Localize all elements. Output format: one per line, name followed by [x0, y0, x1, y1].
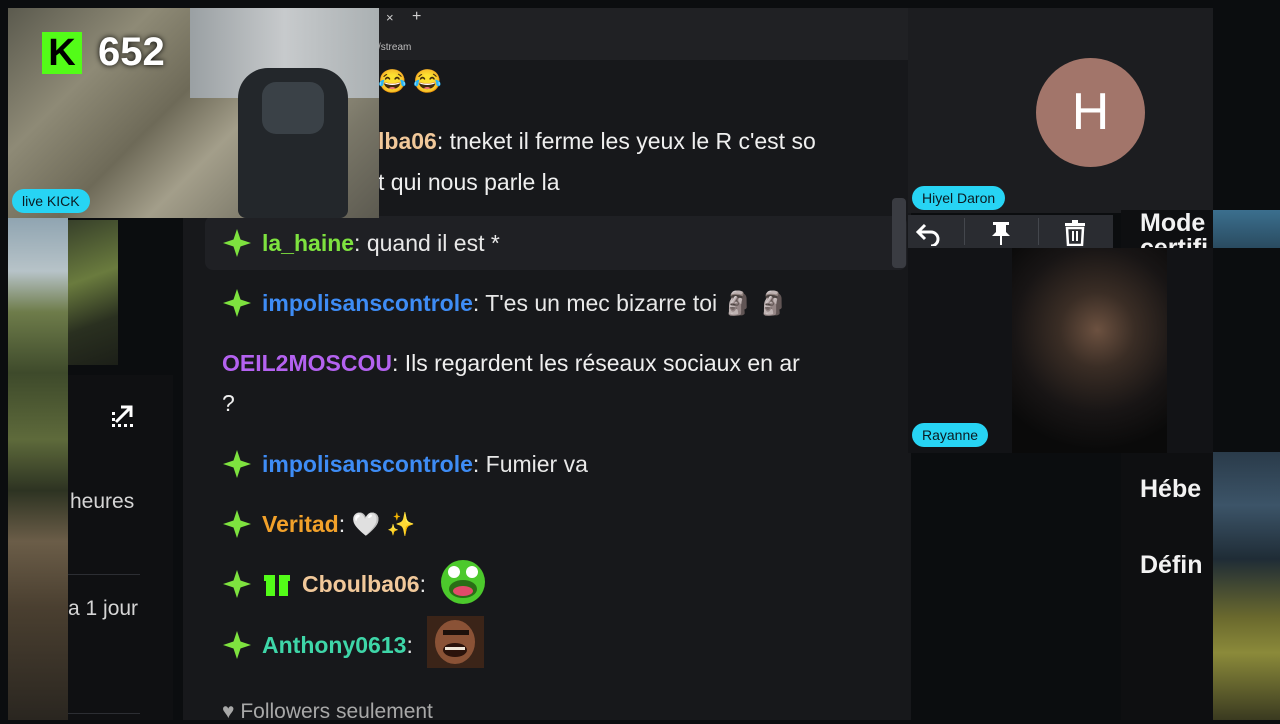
chat-text: : Fumier va — [472, 450, 588, 477]
sparkle-badge-icon — [222, 630, 252, 660]
trash-icon[interactable] — [1045, 215, 1105, 248]
chat-username[interactable]: la_haine — [262, 230, 354, 257]
chat-username[interactable]: impolisanscontrole — [262, 451, 473, 478]
chat-message: Veritad: 🤍 ✨ — [222, 502, 415, 546]
chat-text: : — [406, 631, 413, 658]
chat-username[interactable]: Cboulba06 — [302, 571, 420, 598]
sparkle-badge-icon — [222, 449, 252, 479]
chat-message: OEIL2MOSCOU: Ils regardent les réseaux s… — [222, 350, 800, 377]
chat-message-continuation: t qui nous parle la — [378, 169, 560, 195]
background-landscape-right-top — [1213, 210, 1280, 248]
new-tab-button[interactable]: + — [412, 8, 428, 28]
tab-close-button[interactable]: × — [386, 10, 402, 28]
chat-text: : tneket il ferme les yeux le R c'est so — [436, 128, 816, 154]
toolbar-divider — [1038, 218, 1039, 245]
participant-name-host: Hiyel Daron — [912, 186, 1006, 210]
right-panel-define: Défin — [1140, 551, 1203, 579]
laughing-frog-emote — [438, 557, 488, 611]
chat-username[interactable]: Anthony0613 — [262, 632, 406, 659]
pin-icon[interactable] — [971, 215, 1031, 248]
chat-username[interactable]: impolisanscontrole — [262, 290, 473, 317]
sparkle-badge-icon — [222, 509, 252, 539]
chat-text: : quand il est * — [354, 229, 500, 256]
side-text-hours: heures — [70, 490, 135, 513]
chat-message-emotes: 😂 😂 — [378, 68, 442, 94]
participant-name-guest: Rayanne — [912, 423, 989, 447]
chat-message: impolisanscontrole: T'es un mec bizarre … — [222, 281, 787, 325]
chat-message: Anthony0613: — [222, 616, 484, 668]
chat-message: la_haine: quand il est * — [222, 221, 500, 265]
chat-username[interactable]: OEIL2MOSCOU — [222, 350, 392, 376]
kick-logo-icon: K — [42, 32, 82, 74]
chat-message: impolisanscontrole: Fumier va — [222, 442, 588, 486]
right-panel-hosting: Hébe — [1140, 475, 1202, 503]
chat-username[interactable]: lba06 — [378, 128, 437, 154]
laughing-man-emote — [426, 616, 484, 674]
chat-text: : Ils regardent les réseaux sociaux en a… — [391, 350, 800, 376]
background-landscape-right — [1213, 452, 1280, 720]
toolbar-divider — [964, 218, 965, 245]
background-landscape-left-inner — [68, 220, 118, 365]
chat-text: : 🤍 ✨ — [338, 510, 416, 537]
background-landscape-left — [8, 210, 68, 720]
divider — [68, 574, 140, 575]
chat-message: Cboulba06: — [222, 560, 488, 606]
chat-message: lba06: tneket il ferme les yeux le R c'e… — [378, 128, 816, 155]
chat-text: : T'es un mec bizarre toi 🗿 🗿 — [472, 289, 788, 316]
chat-message-continuation: ? — [222, 390, 235, 416]
divider — [68, 713, 140, 714]
sparkle-badge-icon — [222, 569, 252, 599]
chat-text: : — [419, 570, 426, 597]
expand-icon[interactable] — [108, 398, 140, 430]
chat-mode-footer: ♥ Followers seulement — [222, 700, 433, 724]
viewer-count: 652 — [98, 30, 165, 74]
gift-badge-icon — [262, 569, 292, 599]
guest-webcam — [1012, 248, 1167, 453]
sparkle-badge-icon — [222, 228, 252, 258]
chat-username[interactable]: Veritad — [262, 511, 339, 538]
url-bar[interactable]: /stream — [378, 42, 411, 53]
live-kick-label: live KICK — [12, 189, 90, 213]
avatar: H — [1036, 58, 1145, 167]
sparkle-badge-icon — [222, 288, 252, 318]
side-text-day: a 1 jour — [68, 597, 139, 620]
webcam-chair-headrest — [262, 82, 324, 134]
right-panel-mode-subtitle: certifi — [1140, 234, 1209, 248]
reply-icon[interactable] — [898, 215, 958, 248]
